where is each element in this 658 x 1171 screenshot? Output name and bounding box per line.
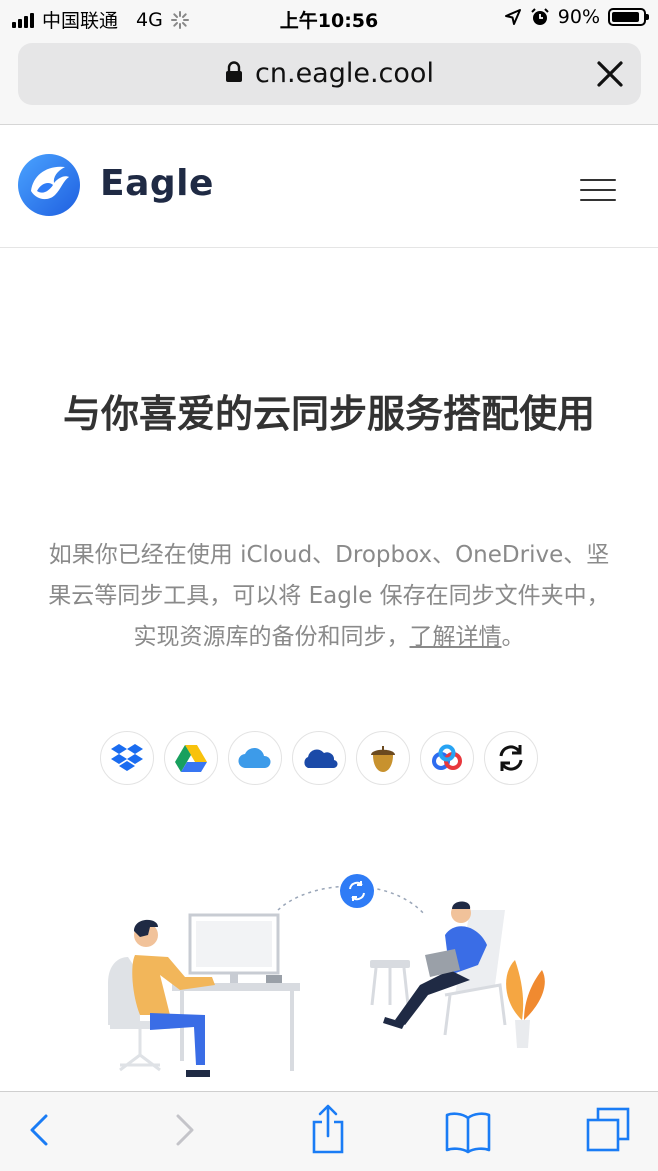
sync-icon[interactable] — [484, 731, 538, 785]
brand-name[interactable]: Eagle — [100, 163, 214, 204]
description-end: 。 — [501, 624, 525, 650]
browser-toolbar — [0, 1091, 658, 1171]
url-text[interactable]: cn.eagle.cool — [255, 58, 434, 89]
lock-icon — [226, 60, 243, 82]
icloud-icon[interactable] — [228, 731, 282, 785]
bookmarks-icon[interactable] — [444, 1110, 492, 1154]
address-bar[interactable]: cn.eagle.cool — [18, 43, 641, 105]
cloud-service-list — [100, 731, 538, 785]
web-page: Eagle 与你喜爱的云同步服务搭配使用 如果你已经在使用 iCloud、Dro… — [0, 125, 658, 1091]
eagle-logo-icon[interactable] — [17, 153, 81, 217]
share-icon[interactable] — [308, 1102, 348, 1156]
nutstore-icon[interactable] — [356, 731, 410, 785]
baidu-cloud-icon[interactable] — [420, 731, 474, 785]
sync-illustration — [108, 874, 545, 1077]
tabs-icon[interactable] — [584, 1106, 632, 1154]
alarm-icon — [531, 8, 549, 25]
battery-percent: 90% — [557, 6, 600, 28]
location-arrow-icon — [504, 9, 521, 25]
site-header: Eagle — [0, 125, 658, 248]
back-icon[interactable] — [26, 1108, 52, 1152]
close-icon[interactable] — [595, 59, 625, 89]
google-drive-icon[interactable] — [164, 731, 218, 785]
battery-fill — [612, 12, 639, 22]
status-bar: 中国联通 4G 上午10:56 90% — [0, 0, 658, 36]
browser-chrome-top: cn.eagle.cool — [0, 36, 658, 125]
section-description: 如果你已经在使用 iCloud、Dropbox、OneDrive、坚果云等同步工… — [48, 535, 610, 658]
description-text: 如果你已经在使用 iCloud、Dropbox、OneDrive、坚果云等同步工… — [48, 542, 610, 650]
battery-icon — [608, 8, 649, 26]
onedrive-icon[interactable] — [292, 731, 346, 785]
hamburger-menu-icon[interactable] — [580, 179, 616, 201]
section-title: 与你喜爱的云同步服务搭配使用 — [62, 392, 595, 436]
forward-icon[interactable] — [172, 1108, 198, 1152]
dropbox-icon[interactable] — [100, 731, 154, 785]
learn-more-link[interactable]: 了解详情 — [410, 624, 502, 650]
